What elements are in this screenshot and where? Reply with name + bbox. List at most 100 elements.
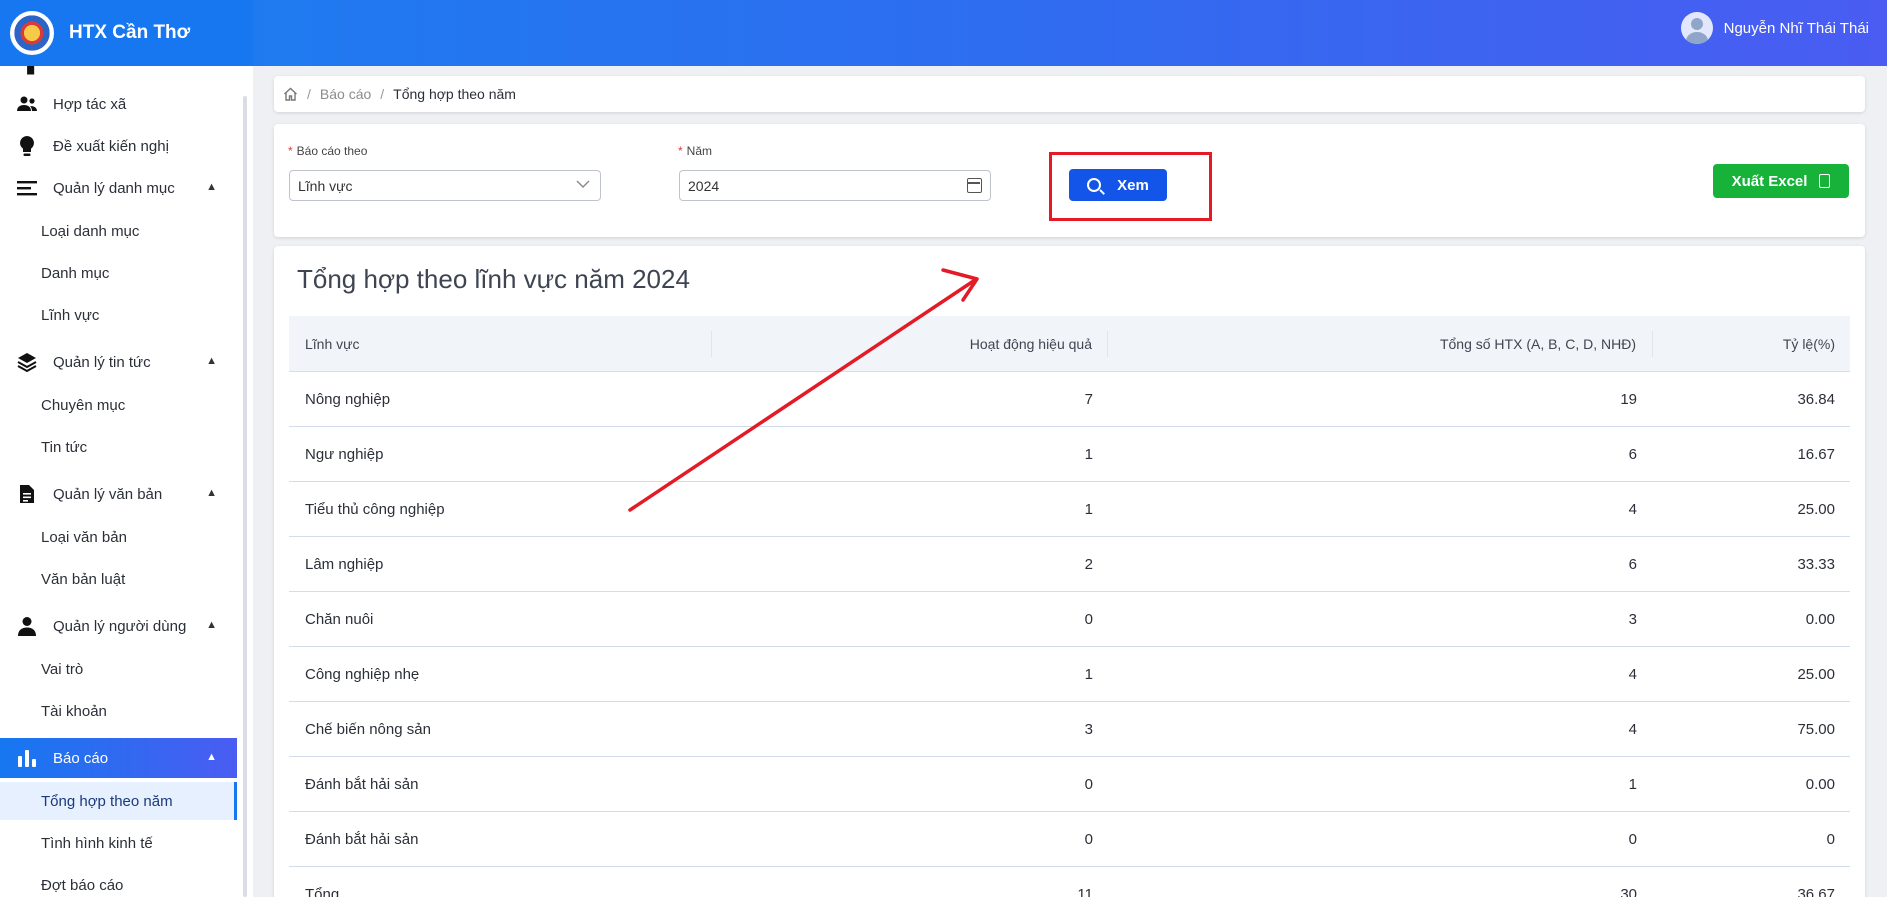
- layers-icon: [16, 351, 38, 373]
- logo: [10, 11, 54, 55]
- table-row: Đánh bắt hải sản 0 0 0: [289, 812, 1850, 867]
- sidebar-item-news-sections[interactable]: Chuyên mục: [0, 386, 237, 424]
- user-icon: [16, 615, 38, 637]
- sidebar-item-roles[interactable]: Vai trò: [0, 650, 237, 688]
- cell-effective: 1: [1084, 665, 1093, 683]
- sidebar-item-categories[interactable]: Danh mục: [0, 254, 237, 292]
- cell-field: Chế biến nông sản: [305, 720, 431, 738]
- cell-ratio: 25.00: [1797, 665, 1835, 683]
- cell-ratio: 75.00: [1797, 720, 1835, 738]
- cell-total: 4: [1628, 500, 1637, 518]
- sidebar: ▚ Hợp tác xã Đề xuất kiến nghị Quản lý d…: [0, 66, 253, 897]
- brand[interactable]: HTX Cần Thơ: [0, 0, 253, 66]
- user-menu[interactable]: Nguyễn Nhĩ Thái Thái: [1680, 12, 1869, 44]
- cell-effective: 3: [1084, 720, 1093, 738]
- export-button-label: Xuất Excel: [1731, 172, 1808, 190]
- cell-total: 6: [1628, 555, 1637, 573]
- table-row: Chế biến nông sản 3 4 75.00: [289, 702, 1850, 757]
- sidebar-item-accounts[interactable]: Tài khoản: [0, 692, 237, 730]
- cell-field: Tổng: [305, 885, 340, 897]
- cell-total: 6: [1628, 445, 1637, 463]
- breadcrumb: / Báo cáo / Tổng hợp theo năm: [274, 76, 1865, 112]
- sidebar-item-user-management[interactable]: Quản lý người dùng ▲: [0, 606, 237, 646]
- chevron-down-icon: [576, 177, 590, 192]
- chevron-up-icon: ▲: [206, 751, 217, 763]
- table-row: Chăn nuôi 0 3 0.00: [289, 592, 1850, 647]
- breadcrumb-reports[interactable]: Báo cáo: [320, 86, 371, 102]
- home-icon[interactable]: [282, 86, 298, 102]
- sidebar-item-category-types[interactable]: Loại danh mục: [0, 212, 237, 250]
- table-row: Nông nghiệp 7 19 36.84: [289, 372, 1850, 427]
- file-excel-icon: [1819, 174, 1831, 188]
- cell-ratio: 16.67: [1797, 445, 1835, 463]
- grid-icon: ▚: [16, 66, 38, 75]
- sidebar-item-document-management[interactable]: Quản lý văn bản ▲: [0, 474, 237, 514]
- cell-effective: 11: [1077, 885, 1093, 897]
- brand-name: HTX Cần Thơ: [69, 22, 191, 43]
- sidebar-item-fields[interactable]: Lĩnh vực: [0, 296, 237, 334]
- column-header-ratio[interactable]: Tỷ lệ(%): [1653, 331, 1850, 357]
- report-by-value: Lĩnh vực: [298, 177, 353, 194]
- table-body: Nông nghiệp 7 19 36.84 Ngư nghiệp 1 6 16.67 Tiểu…: [289, 372, 1850, 897]
- breadcrumb-separator: /: [380, 86, 385, 102]
- year-value: 2024: [688, 177, 720, 194]
- cell-field: Đánh bắt hải sản: [305, 830, 419, 848]
- cell-field: Tiểu thủ công nghiệp: [305, 500, 445, 518]
- chevron-up-icon: ▲: [206, 487, 217, 499]
- cell-field: Nông nghiệp: [305, 390, 391, 408]
- cell-field: Lâm nghiệp: [305, 555, 384, 573]
- breadcrumb-current: Tổng hợp theo năm: [393, 86, 516, 102]
- cell-total: 0: [1628, 830, 1637, 848]
- sidebar-item-economic-situation[interactable]: Tình hình kinh tế: [0, 824, 237, 862]
- sidebar-item-dashboard[interactable]: ▚: [0, 66, 237, 84]
- cell-field: Chăn nuôi: [305, 610, 374, 628]
- table-row: Tổng 11 30 36.67: [289, 867, 1850, 897]
- column-header-effective[interactable]: Hoạt động hiệu quả: [712, 330, 1108, 357]
- bar-chart-icon: [16, 747, 38, 769]
- sidebar-item-cooperatives[interactable]: Hợp tác xã: [0, 84, 237, 124]
- annotation-highlight-box: [1049, 152, 1212, 221]
- sidebar-item-proposals[interactable]: Đề xuất kiến nghị: [0, 126, 237, 166]
- cell-effective: 0: [1084, 610, 1093, 628]
- chevron-up-icon: ▲: [206, 355, 217, 367]
- cell-ratio: 33.33: [1797, 555, 1835, 573]
- cell-total: 4: [1628, 720, 1637, 738]
- sidebar-item-label: Quản lý tin tức: [53, 353, 151, 371]
- table-row: Tiểu thủ công nghiệp 1 4 25.00: [289, 482, 1850, 537]
- cell-effective: 7: [1084, 390, 1093, 408]
- sidebar-item-label: Quản lý văn bản: [53, 485, 163, 503]
- sidebar-item-label: Báo cáo: [53, 749, 109, 767]
- sidebar-item-news[interactable]: Tin tức: [0, 428, 237, 466]
- sidebar-item-reports[interactable]: Báo cáo ▲: [0, 738, 237, 778]
- table-row: Công nghiệp nhẹ 1 4 25.00: [289, 647, 1850, 702]
- cell-effective: 1: [1084, 445, 1093, 463]
- cell-ratio: 36.67: [1797, 885, 1835, 897]
- column-header-total[interactable]: Tổng số HTX (A, B, C, D, NHĐ): [1108, 330, 1653, 357]
- sidebar-item-document-types[interactable]: Loại văn bản: [0, 518, 237, 556]
- table-row: Lâm nghiệp 2 6 33.33: [289, 537, 1850, 592]
- report-by-select[interactable]: Lĩnh vực: [289, 170, 601, 201]
- column-header-field[interactable]: Lĩnh vực: [289, 330, 712, 357]
- sidebar-item-annual-summary[interactable]: Tổng hợp theo năm: [0, 782, 237, 820]
- cell-ratio: 0: [1826, 830, 1835, 848]
- cell-total: 3: [1628, 610, 1637, 628]
- sidebar-item-news-management[interactable]: Quản lý tin tức ▲: [0, 342, 237, 382]
- sidebar-item-report-periods[interactable]: Đợt báo cáo: [0, 866, 237, 897]
- cell-total: 1: [1628, 775, 1637, 793]
- sidebar-item-legal-documents[interactable]: Văn bản luật: [0, 560, 237, 598]
- sidebar-item-label: Quản lý người dùng: [53, 617, 187, 635]
- table-header: Lĩnh vực Hoạt động hiệu quả Tổng số HTX …: [289, 316, 1850, 372]
- sidebar-item-category-management[interactable]: Quản lý danh mục ▲: [0, 168, 237, 208]
- sidebar-scrollbar[interactable]: [243, 96, 247, 897]
- year-label: * Năm: [678, 144, 713, 158]
- cell-total: 19: [1620, 390, 1637, 408]
- export-excel-button[interactable]: Xuất Excel: [1713, 164, 1849, 198]
- cell-effective: 1: [1084, 500, 1093, 518]
- report-by-label: * Báo cáo theo: [288, 144, 368, 158]
- cell-ratio: 0.00: [1805, 775, 1835, 793]
- calendar-icon: [967, 178, 982, 193]
- cell-effective: 2: [1084, 555, 1093, 573]
- table-row: Đánh bắt hải sản 0 1 0.00: [289, 757, 1850, 812]
- year-picker[interactable]: 2024: [679, 170, 991, 201]
- users-icon: [16, 93, 38, 115]
